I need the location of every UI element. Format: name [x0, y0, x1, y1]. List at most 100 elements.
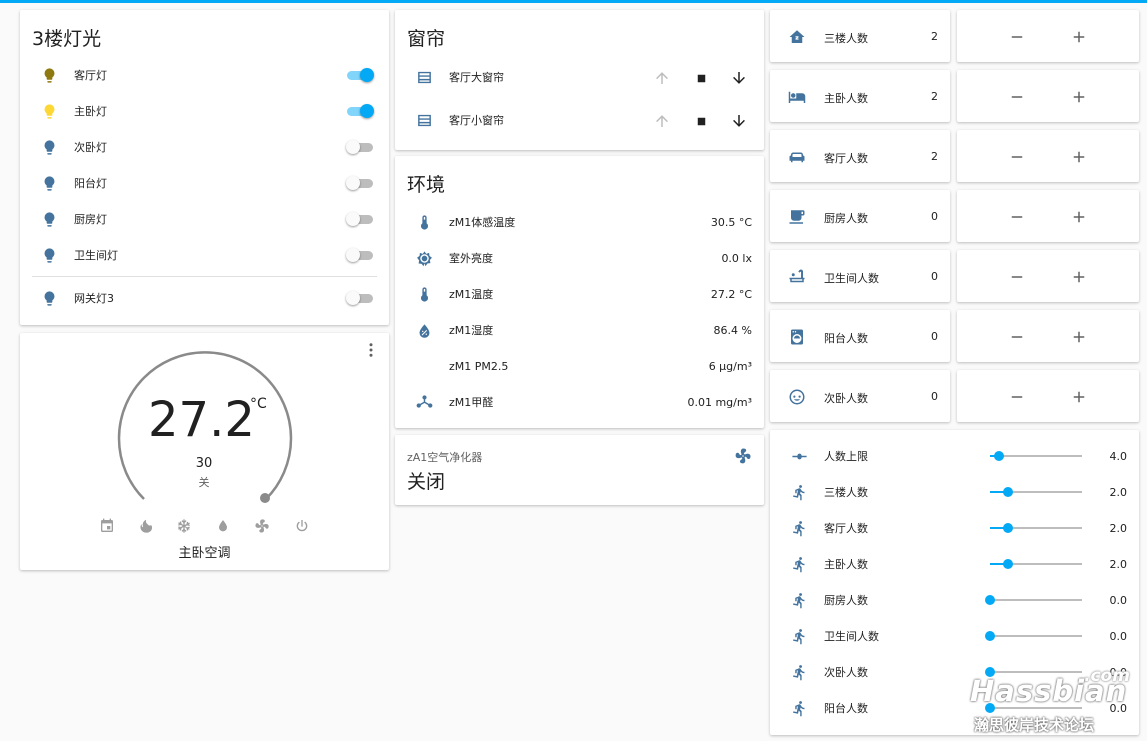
light-toggle[interactable]	[346, 176, 373, 190]
minus-icon	[1011, 336, 1023, 338]
hvac-mode-button[interactable]	[98, 517, 116, 535]
hvac-mode-button[interactable]	[293, 517, 311, 535]
sensor-row[interactable]: 室外亮度 0.0 lx	[395, 240, 764, 276]
decrement-button[interactable]	[1006, 86, 1028, 108]
open-cover-button[interactable]	[653, 69, 671, 87]
stop-cover-button[interactable]	[692, 112, 710, 130]
light-row[interactable]: 阳台灯	[20, 165, 389, 201]
slider-knob[interactable]	[1003, 523, 1014, 533]
lightbulb-icon	[44, 290, 54, 306]
light-row[interactable]: 次卧灯	[20, 129, 389, 165]
minus-icon	[1011, 216, 1023, 218]
sensor-row[interactable]: zM1湿度 86.4 %	[395, 312, 764, 348]
toggle-knob	[346, 176, 360, 190]
counter-card[interactable]: 主卧人数 2	[770, 70, 950, 122]
increment-button[interactable]	[1068, 326, 1090, 348]
more-options-icon[interactable]	[362, 341, 380, 359]
increment-button[interactable]	[1068, 386, 1090, 408]
washing-machine-icon	[791, 329, 803, 345]
hvac-mode-button[interactable]	[253, 517, 271, 535]
slider-label: 厨房人数	[824, 594, 868, 607]
slider[interactable]	[985, 631, 1082, 641]
plus-icon	[1073, 391, 1085, 403]
hvac-mode-button[interactable]	[175, 517, 193, 535]
light-toggle[interactable]	[346, 291, 373, 305]
lightbulb-icon	[44, 103, 54, 119]
dots-grid-icon	[416, 358, 433, 375]
slider[interactable]	[990, 559, 1082, 569]
counter-label: 次卧人数	[824, 392, 868, 405]
slider[interactable]	[985, 703, 1082, 713]
counter-card[interactable]: 卫生间人数 0	[770, 250, 950, 302]
slider[interactable]	[990, 523, 1082, 533]
counter-card[interactable]: 厨房人数 0	[770, 190, 950, 242]
top-accent-bar	[0, 0, 1147, 3]
decrement-button[interactable]	[1006, 206, 1028, 228]
close-cover-button[interactable]	[730, 69, 748, 87]
sensor-row[interactable]: zM1温度 27.2 °C	[395, 276, 764, 312]
lightbulb-icon	[44, 175, 54, 191]
coffee-icon	[789, 210, 805, 224]
light-row-gateway[interactable]: 网关灯3	[20, 280, 389, 316]
sensor-row[interactable]: zM1体感温度 30.5 °C	[395, 204, 764, 240]
slider-label: 次卧人数	[824, 666, 868, 679]
light-row[interactable]: 客厅灯	[20, 57, 389, 93]
slider-label: 客厅人数	[824, 522, 868, 535]
sensor-icon-wrap	[413, 355, 435, 377]
hvac-mode-button[interactable]	[136, 517, 154, 535]
plus-icon	[1073, 331, 1085, 343]
increment-button[interactable]	[1068, 146, 1090, 168]
bed-icon	[788, 91, 806, 103]
slider-label: 阳台人数	[824, 702, 868, 715]
light-row[interactable]: 主卧灯	[20, 93, 389, 129]
slider[interactable]	[985, 595, 1082, 605]
decrement-button[interactable]	[1006, 326, 1028, 348]
slider-knob[interactable]	[1003, 487, 1014, 497]
hvac-mode-button[interactable]	[214, 517, 232, 535]
light-toggle[interactable]	[346, 212, 373, 226]
purifier-state: 关闭	[407, 471, 446, 493]
close-cover-button[interactable]	[730, 112, 748, 130]
slider-row: 阳台人数 0.0	[770, 690, 1139, 726]
counter-label: 三楼人数	[824, 32, 868, 45]
counter-icon-wrap	[788, 328, 808, 348]
decrement-button[interactable]	[1006, 266, 1028, 288]
slider-knob[interactable]	[1003, 559, 1014, 569]
light-row[interactable]: 卫生间灯	[20, 237, 389, 273]
slider[interactable]	[985, 667, 1082, 677]
light-toggle[interactable]	[347, 68, 374, 82]
counter-card[interactable]: 三楼人数 2	[770, 10, 950, 62]
sensor-row[interactable]: zM1甲醛 0.01 mg/m³	[395, 384, 764, 420]
open-cover-button[interactable]	[653, 112, 671, 130]
purifier-card[interactable]: zA1空气净化器 关闭	[395, 435, 764, 505]
increment-button[interactable]	[1068, 266, 1090, 288]
slider[interactable]	[990, 451, 1082, 461]
counter-card[interactable]: 次卧人数 0	[770, 370, 950, 422]
slider[interactable]	[990, 487, 1082, 497]
slider-knob[interactable]	[985, 703, 995, 713]
counter-label: 客厅人数	[824, 152, 868, 165]
decrement-button[interactable]	[1006, 26, 1028, 48]
counter-card[interactable]: 阳台人数 0	[770, 310, 950, 362]
stop-cover-button[interactable]	[692, 69, 710, 87]
decrement-button[interactable]	[1006, 386, 1028, 408]
slider-label: 三楼人数	[824, 486, 868, 499]
sensor-row[interactable]: zM1 PM2.5 6 μg/m³	[395, 348, 764, 384]
toggle-knob	[346, 291, 360, 305]
increment-button[interactable]	[1068, 26, 1090, 48]
light-toggle[interactable]	[346, 248, 373, 262]
slider-knob[interactable]	[985, 595, 995, 605]
decrement-button[interactable]	[1006, 146, 1028, 168]
slider-row: 人数上限 4.0	[770, 438, 1139, 474]
increment-button[interactable]	[1068, 206, 1090, 228]
light-toggle[interactable]	[346, 140, 373, 154]
slider-value: 0.0	[1109, 593, 1128, 607]
counter-card[interactable]: 客厅人数 2	[770, 130, 950, 182]
slider-knob[interactable]	[985, 631, 995, 641]
slider-knob[interactable]	[994, 451, 1005, 461]
slider-knob[interactable]	[985, 667, 995, 677]
light-row[interactable]: 厨房灯	[20, 201, 389, 237]
light-toggle[interactable]	[347, 104, 374, 118]
increment-button[interactable]	[1068, 86, 1090, 108]
light-label: 客厅灯	[74, 69, 107, 82]
